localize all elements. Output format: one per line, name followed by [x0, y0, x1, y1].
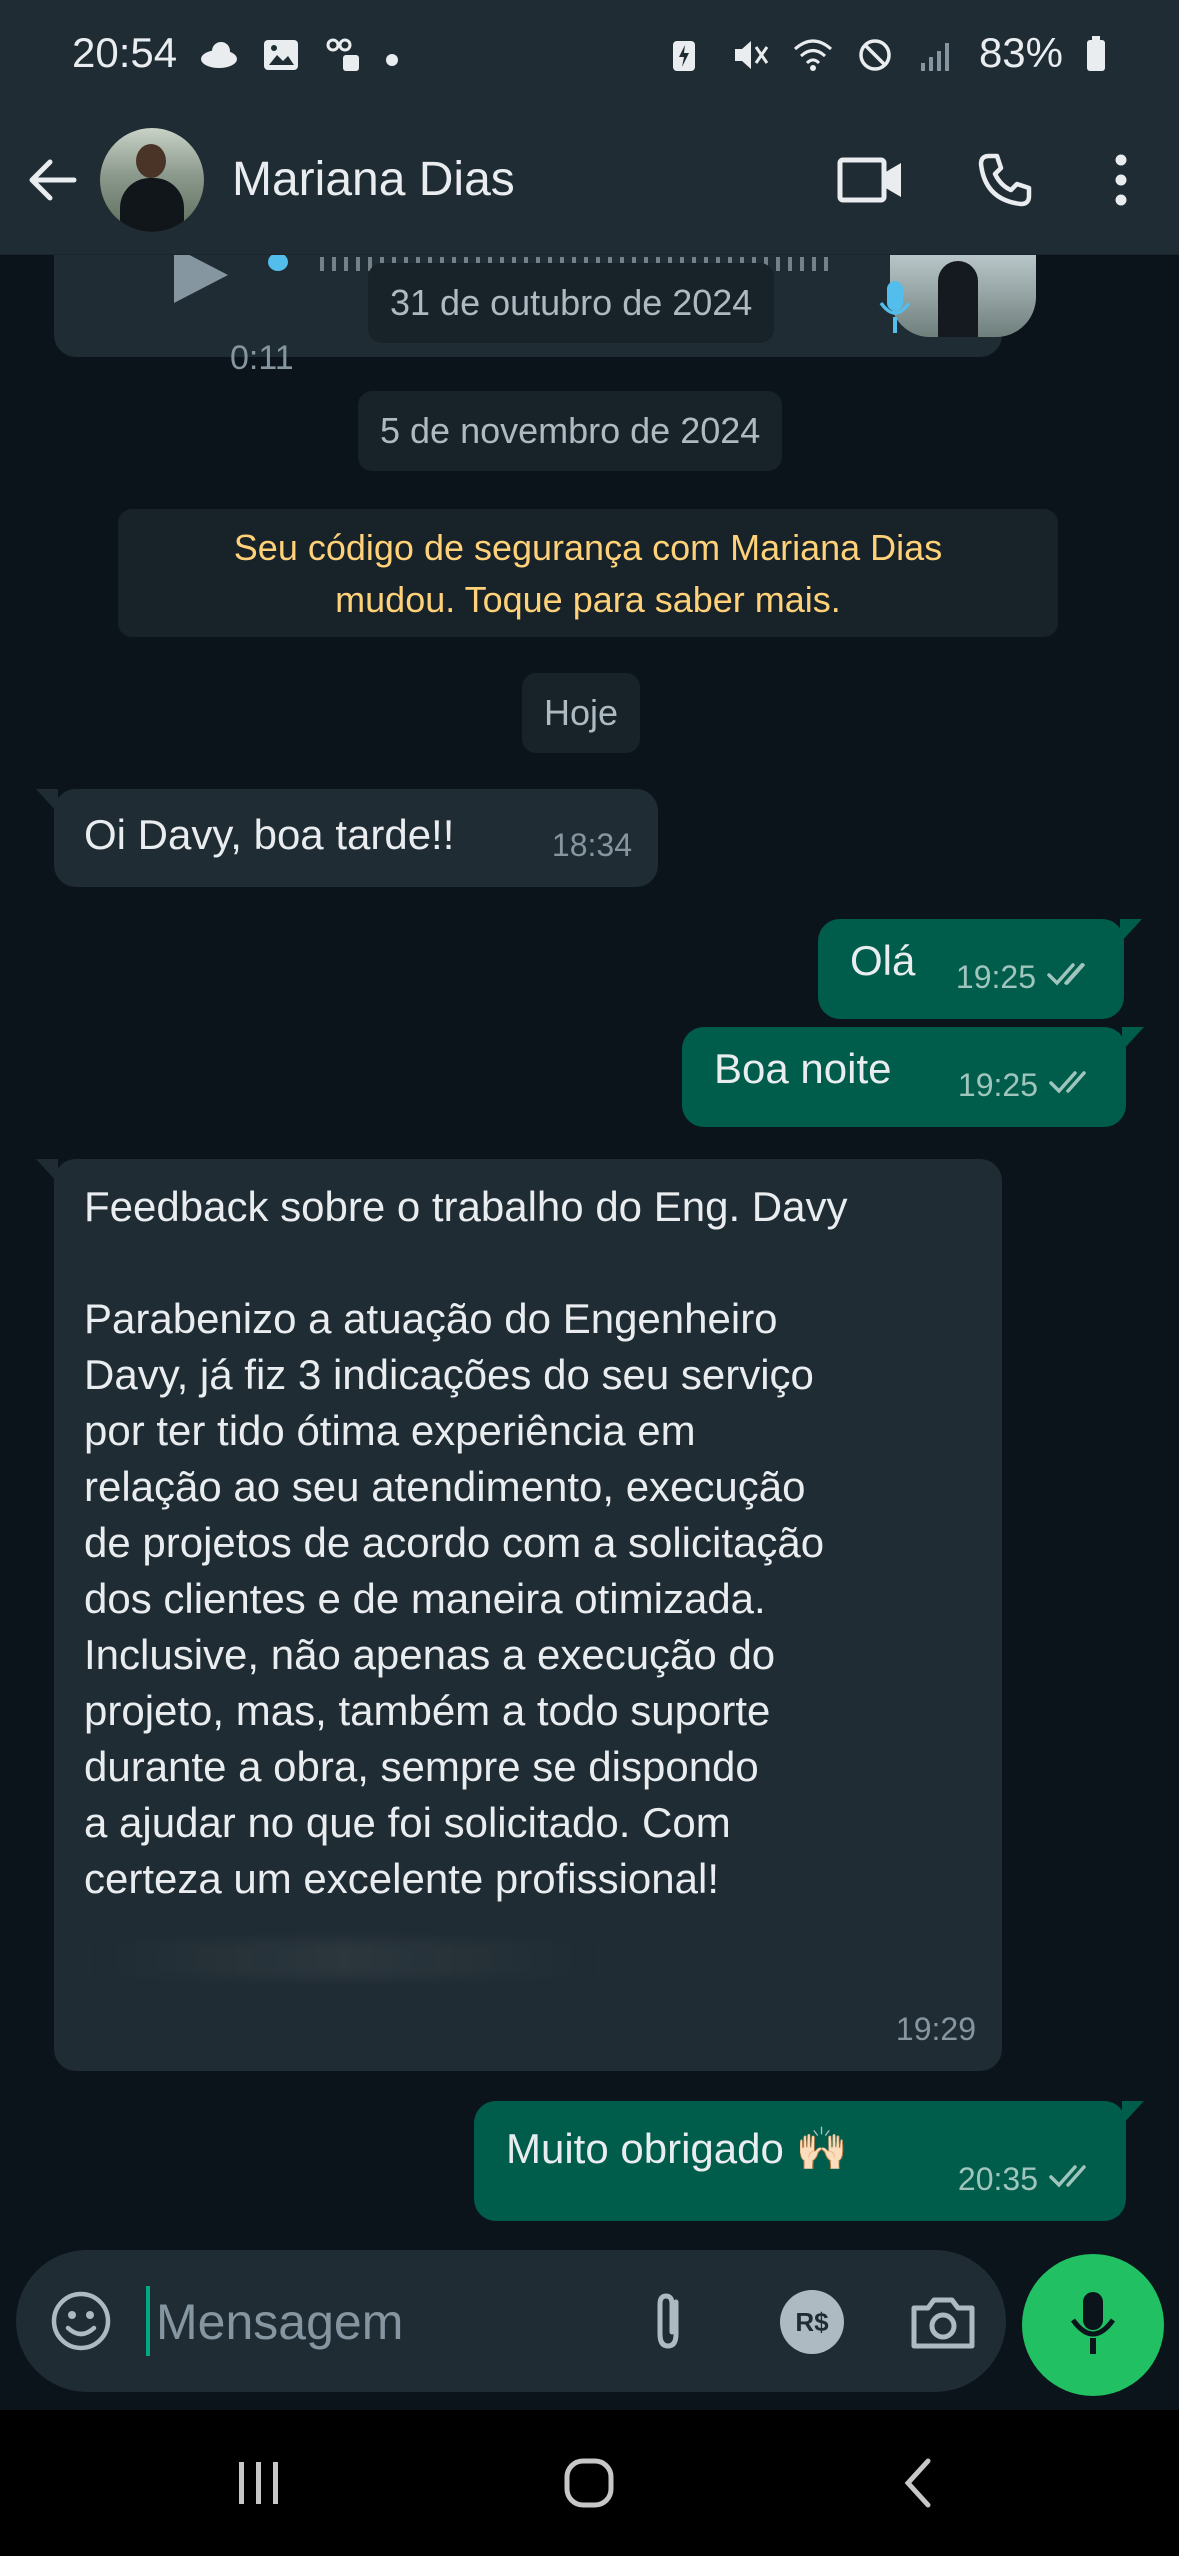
battery-saver-icon — [669, 35, 709, 71]
recent-apps-icon[interactable] — [214, 2438, 304, 2528]
emoji-icon[interactable] — [46, 2286, 116, 2356]
blurred-signature — [84, 1939, 604, 1979]
cloud-icon — [199, 35, 239, 71]
voice-record-button[interactable] — [1022, 2254, 1164, 2396]
more-options-icon[interactable] — [1081, 140, 1161, 220]
read-ticks-icon — [1048, 1057, 1100, 1113]
date-divider: 31 de outubro de 2024 — [368, 263, 775, 343]
message-text: Feedback sobre o trabalho do Eng. Davy P… — [84, 1183, 848, 1902]
security-notice-line1: Seu código de segurança com Mariana Dias — [233, 527, 943, 568]
status-left: 20:54 — [72, 29, 399, 77]
chat-header: Mariana Dias — [0, 105, 1179, 255]
status-bar: 20:54 83% — [0, 0, 1179, 105]
signal-icon — [917, 35, 957, 71]
message-time: 18:34 — [551, 827, 632, 863]
message-time: 20:35 — [957, 2161, 1038, 2197]
chat-area[interactable]: 0:11 31 de outubro de 2024 5 de novembro… — [0, 255, 1179, 2250]
microphone-icon — [1066, 2288, 1120, 2363]
wifi-icon — [793, 35, 833, 71]
message-bubble-incoming[interactable]: Feedback sobre o trabalho do Eng. Davy P… — [36, 1159, 1002, 2071]
link-notification-icon — [323, 35, 363, 71]
message-composer: R$ — [0, 2250, 1179, 2410]
date-divider: 5 de novembro de 2024 — [358, 391, 783, 471]
message-text: Olá — [850, 937, 916, 984]
message-text: Boa noite — [714, 1045, 892, 1092]
message-text: Muito obrigado 🙌🏻 — [506, 2125, 848, 2172]
read-ticks-icon — [1048, 2151, 1100, 2207]
battery-level: 83% — [978, 28, 1063, 76]
message-meta: 20:35 — [958, 2151, 1100, 2207]
message-meta: 19:25 — [958, 1057, 1100, 1113]
system-navigation-bar — [0, 2410, 1179, 2556]
read-ticks-icon — [1046, 949, 1098, 1005]
do-not-disturb-icon — [855, 35, 895, 71]
contact-name[interactable]: Mariana Dias — [232, 152, 831, 207]
avatar[interactable] — [100, 127, 204, 232]
play-icon[interactable] — [174, 255, 228, 303]
video-call-icon[interactable] — [831, 140, 911, 220]
back-arrow-icon[interactable] — [22, 150, 82, 210]
microphone-icon — [878, 279, 912, 335]
message-input[interactable] — [154, 2280, 598, 2364]
message-time: 19:29 — [895, 2011, 976, 2047]
audio-progress-dot[interactable] — [268, 255, 288, 271]
back-nav-icon[interactable] — [874, 2438, 964, 2528]
home-icon[interactable] — [544, 2438, 634, 2528]
date-divider: Hoje — [522, 673, 641, 753]
message-bubble-outgoing[interactable]: Muito obrigado 🙌🏻 20:35 — [474, 2101, 1144, 2221]
message-bubble-incoming[interactable]: Oi Davy, boa tarde!! 18:34 — [36, 789, 658, 887]
payment-icon[interactable]: R$ — [780, 2290, 844, 2354]
security-code-notice[interactable]: Seu código de segurança com Mariana Dias… — [118, 509, 1058, 637]
mute-icon — [731, 35, 771, 71]
battery-icon — [1085, 35, 1107, 71]
security-notice-line2: mudou. Toque para saber mais. — [335, 579, 841, 620]
attach-icon[interactable] — [630, 2284, 706, 2360]
message-bubble-outgoing[interactable]: Boa noite 19:25 — [682, 1027, 1144, 1127]
image-icon — [261, 35, 301, 71]
audio-duration: 0:11 — [230, 339, 294, 377]
message-time: 19:25 — [955, 959, 1036, 995]
status-right: 83% — [669, 29, 1107, 77]
message-meta: 18:34 — [552, 817, 632, 873]
camera-icon[interactable] — [906, 2286, 980, 2360]
message-text: Oi Davy, boa tarde!! — [84, 811, 455, 858]
message-bubble-outgoing[interactable]: Olá 19:25 — [818, 919, 1142, 1019]
text-cursor — [146, 2286, 150, 2356]
voice-call-icon[interactable] — [965, 140, 1045, 220]
message-time: 19:25 — [957, 1067, 1038, 1103]
message-input-box[interactable]: R$ — [16, 2250, 1006, 2392]
more-notifications-dot-icon — [385, 29, 399, 77]
status-time: 20:54 — [72, 28, 178, 76]
message-meta: 19:29 — [896, 2001, 976, 2057]
message-meta: 19:25 — [956, 949, 1098, 1005]
